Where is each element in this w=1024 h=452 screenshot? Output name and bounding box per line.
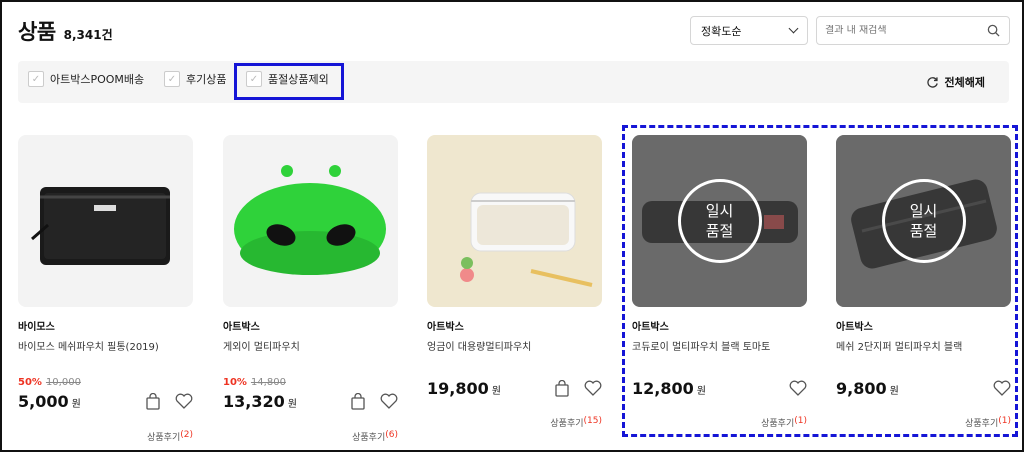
filter-bar: ✓ 아트박스POOM배송 ✓ 후기상품 ✓ 품절상품제외 전체해제 [18,61,1009,103]
original-price: 10,000 [45,377,81,388]
currency: 원 [71,399,81,410]
page-header: 상품 8,341건 [18,16,113,46]
filter-review-products[interactable]: ✓ 후기상품 [164,71,226,87]
product-card[interactable]: 바이모스 바이모스 메쉬파우치 필통(2019) 50% 10,000 5,00… [18,135,193,443]
discount-info: 10% 14,800 [223,377,286,388]
currency: 원 [491,386,501,397]
sort-select[interactable]: 정확도순 [690,16,808,45]
search-input[interactable] [825,25,985,36]
product-card[interactable]: 아트박스 엉금이 대용량멀티파우치 19,800 원 상품후기 (15) [427,135,602,429]
product-image[interactable] [223,135,398,307]
reset-all-button[interactable]: 전체해제 [926,74,985,90]
product-brand: 아트박스 [427,322,464,333]
refresh-icon [926,76,938,88]
product-brand: 바이모스 [18,322,55,333]
discount-info: 50% 10,000 [18,377,81,388]
product-price: 5,000 원 [18,392,81,411]
currency: 원 [287,399,297,410]
review-label: 상품후기 [352,433,386,443]
product-name[interactable]: 엉금이 대용량멀티파우치 [427,338,531,353]
filter-label: 후기상품 [186,73,227,86]
heart-icon[interactable] [380,393,398,409]
reset-label: 전체해제 [944,76,985,89]
product-price: 19,800 원 [427,379,501,398]
product-card[interactable]: 아트박스 게외이 멀티파우치 10% 14,800 13,320 원 상품후기 … [223,135,398,443]
checkbox-poom-delivery[interactable]: ✓ [28,71,44,87]
sort-selected-label: 정확도순 [701,24,742,38]
review-count: (6) [385,430,398,440]
price-value: 19,800 [427,379,489,398]
review-link[interactable]: 상품후기 (2) [147,430,193,443]
product-actions [145,393,193,410]
highlight-box-soldout-products [622,125,1018,437]
review-label: 상품후기 [550,419,584,429]
price-value: 5,000 [18,392,69,411]
product-price: 13,320 원 [223,392,297,411]
product-image[interactable] [427,135,602,307]
review-link[interactable]: 상품후기 (6) [352,430,398,443]
search-icon[interactable] [987,24,1000,37]
shopping-bag-icon[interactable] [350,393,366,410]
product-image[interactable] [18,135,193,307]
alien-pouch-image [234,165,386,275]
highlight-box-soldout-filter [234,63,344,100]
review-label: 상품후기 [147,433,181,443]
review-link[interactable]: 상품후기 (15) [550,416,602,429]
review-count: (15) [583,416,602,426]
product-brand: 아트박스 [223,322,260,333]
filter-poom-delivery[interactable]: ✓ 아트박스POOM배송 [28,71,144,87]
product-name[interactable]: 게외이 멀티파우치 [223,338,300,353]
result-count: 8,341건 [63,28,113,42]
heart-icon[interactable] [584,380,602,396]
mesh-pouch-image [31,187,170,265]
original-price: 14,800 [250,377,286,388]
product-actions [554,380,602,397]
product-name[interactable]: 바이모스 메쉬파우치 필통(2019) [18,338,159,353]
page-title: 상품 [18,20,56,44]
checkbox-review-products[interactable]: ✓ [164,71,180,87]
chevron-down-icon [788,23,799,34]
clear-pouch-image [460,192,593,287]
heart-icon[interactable] [175,393,193,409]
shopping-bag-icon[interactable] [554,380,570,397]
product-actions [350,393,398,410]
discount-rate: 10% [223,377,247,388]
search-box[interactable] [816,16,1010,45]
discount-rate: 50% [18,377,42,388]
price-value: 13,320 [223,392,285,411]
review-count: (2) [180,430,193,440]
shopping-bag-icon[interactable] [145,393,161,410]
filter-label: 아트박스POOM배송 [50,73,145,86]
